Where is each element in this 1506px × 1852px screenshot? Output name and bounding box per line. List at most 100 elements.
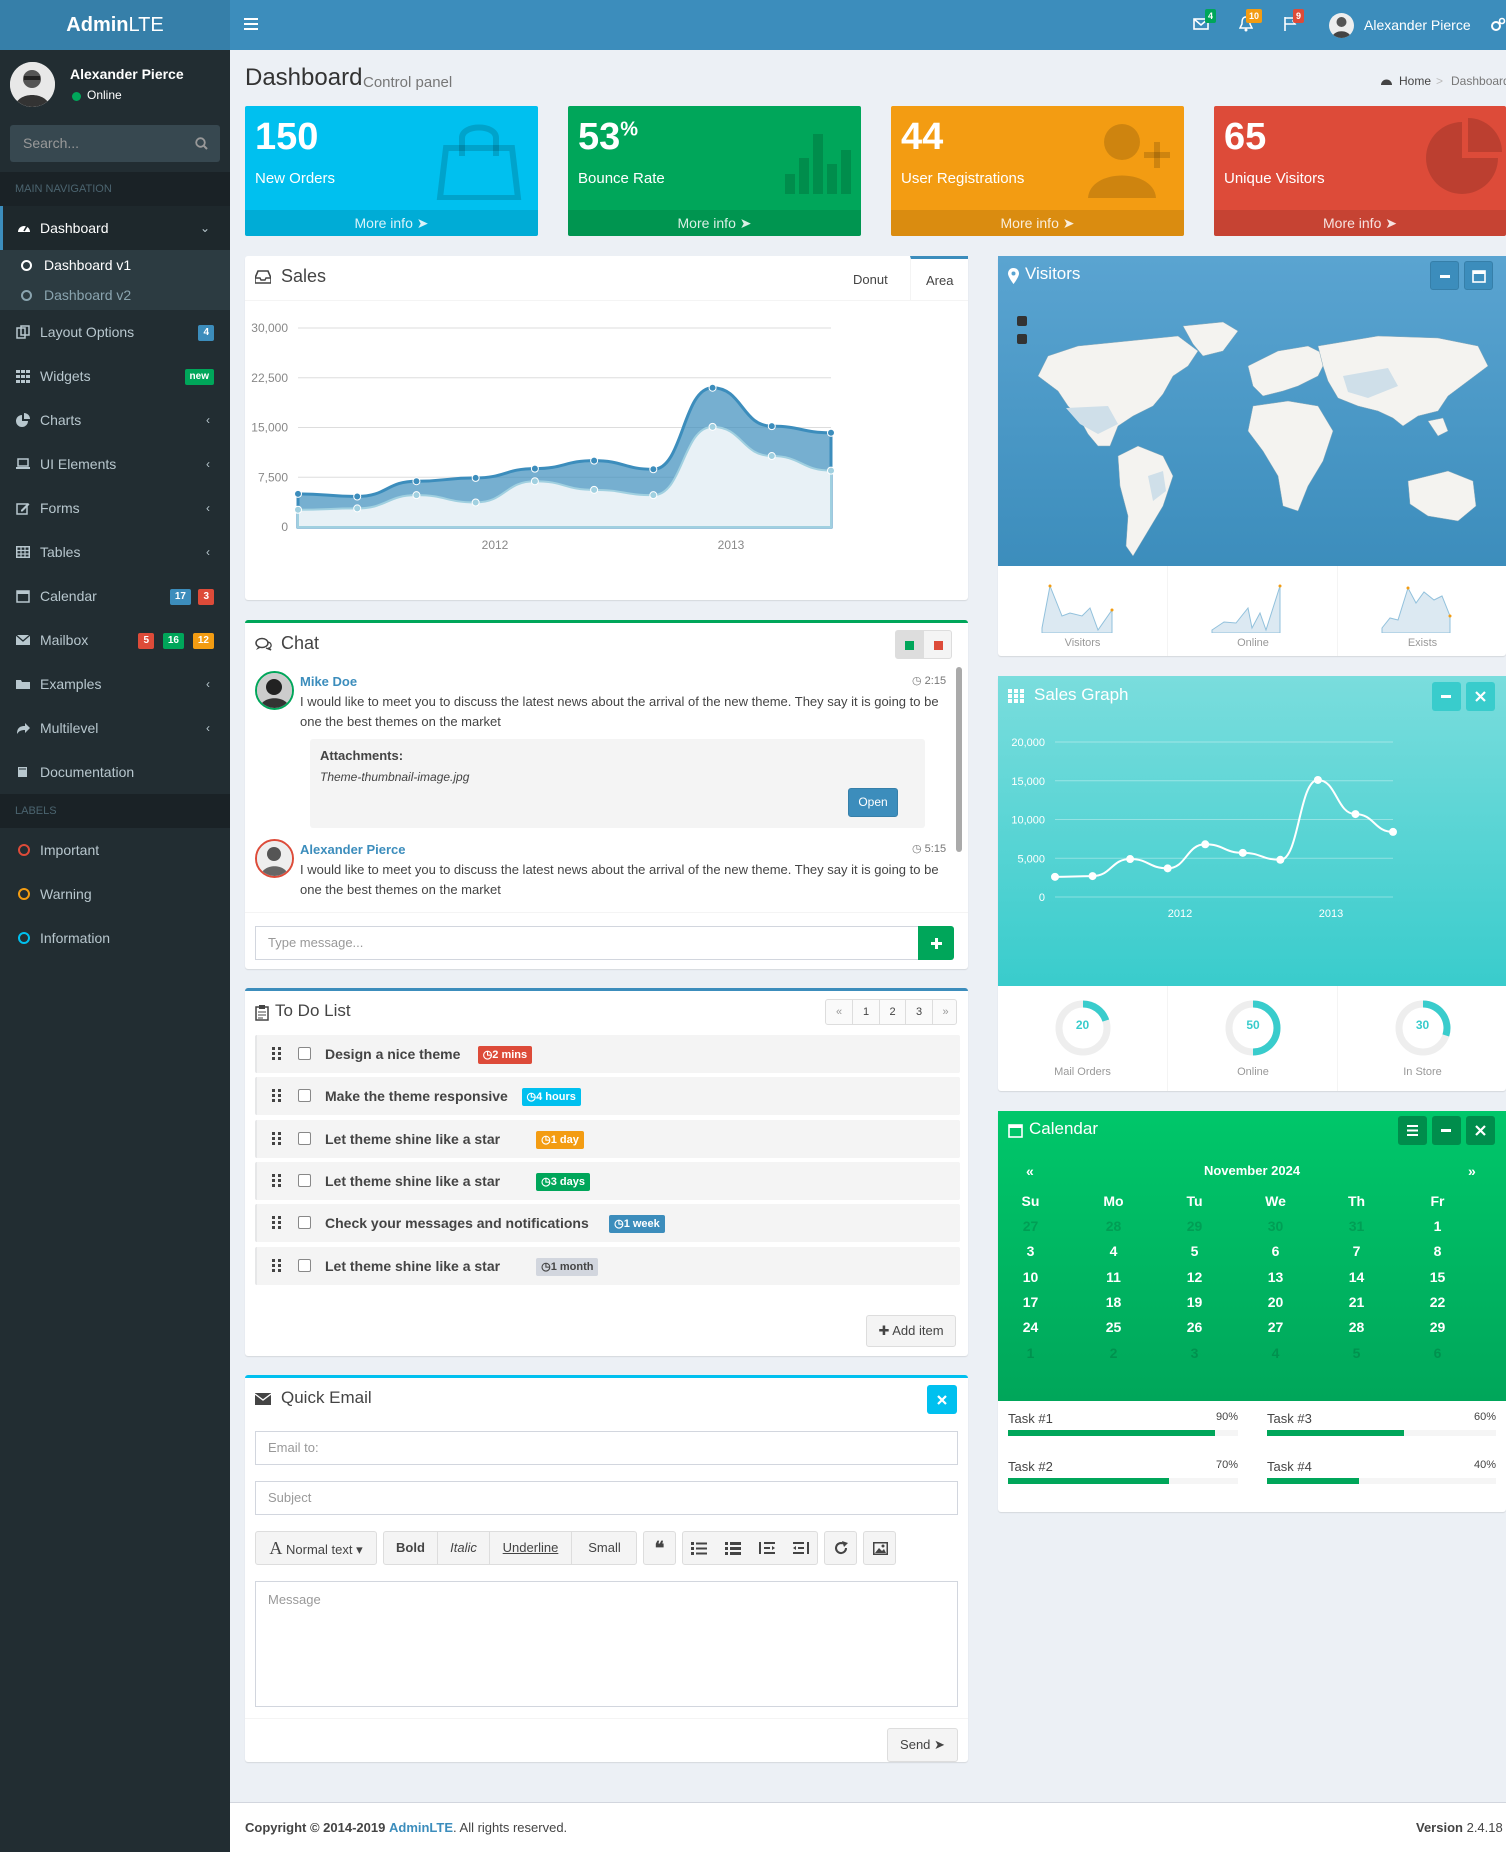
page-3[interactable]: 3 bbox=[905, 1000, 932, 1024]
email-subject-field[interactable]: Subject bbox=[255, 1481, 958, 1515]
todo-item[interactable]: Check your messages and notifications ◷1 … bbox=[255, 1204, 960, 1243]
sidebar-item-dashboard[interactable]: Dashboard ⌄ bbox=[0, 206, 230, 250]
email-to-field[interactable]: Email to: bbox=[255, 1431, 958, 1465]
sidebar-item-examples[interactable]: Examples ‹ bbox=[0, 662, 230, 706]
calendar-day[interactable]: 1 bbox=[994, 1338, 1067, 1368]
drag-handle-icon[interactable] bbox=[272, 1089, 282, 1103]
page-2[interactable]: 2 bbox=[879, 1000, 905, 1024]
header-user-name[interactable]: Alexander Pierce bbox=[1364, 17, 1471, 33]
sidebar-item-forms[interactable]: Forms ‹ bbox=[0, 486, 230, 530]
send-email-button[interactable]: Send ➤ bbox=[887, 1728, 958, 1762]
bold-button[interactable]: Bold bbox=[384, 1532, 437, 1564]
sidebar-toggle-icon[interactable] bbox=[244, 18, 258, 30]
control-sidebar-gears-icon[interactable] bbox=[1490, 17, 1506, 33]
chat-scrollbar[interactable] bbox=[956, 667, 962, 852]
sidebar-item-documentation[interactable]: Documentation bbox=[0, 750, 230, 794]
add-item-button[interactable]: ✚ Add item bbox=[866, 1315, 956, 1347]
date-range-button[interactable] bbox=[1430, 261, 1459, 290]
todo-checkbox[interactable] bbox=[298, 1047, 311, 1060]
more-info-link[interactable]: More info ➤ bbox=[245, 210, 538, 236]
indent-icon[interactable] bbox=[793, 1541, 809, 1555]
todo-item[interactable]: Let theme shine like a star ◷1 day bbox=[255, 1119, 960, 1158]
search-icon[interactable] bbox=[195, 137, 208, 150]
page-prev[interactable]: « bbox=[826, 1000, 852, 1024]
todo-checkbox[interactable] bbox=[298, 1089, 311, 1103]
sidebar-item-ui-elements[interactable]: UI Elements ‹ bbox=[0, 442, 230, 486]
chat-message-name[interactable]: Alexander Pierce bbox=[300, 842, 406, 857]
calendar-day[interactable]: 5 bbox=[1320, 1338, 1393, 1368]
collapse-button[interactable] bbox=[1432, 682, 1461, 711]
email-message-field[interactable]: Message bbox=[255, 1581, 958, 1707]
calendar-day[interactable]: 4 bbox=[1239, 1338, 1312, 1368]
underline-button[interactable]: Underline bbox=[489, 1532, 571, 1564]
calendar-day[interactable]: 2 bbox=[1077, 1338, 1150, 1368]
more-info-link[interactable]: More info ➤ bbox=[891, 210, 1184, 236]
footer-brand-link[interactable]: AdminLTE bbox=[389, 1820, 453, 1835]
small-button[interactable]: Small bbox=[571, 1532, 637, 1564]
sidebar-item-charts[interactable]: Charts ‹ bbox=[0, 398, 230, 442]
calendar-day[interactable]: 7 bbox=[1480, 1338, 1506, 1368]
drag-handle-icon[interactable] bbox=[272, 1047, 282, 1061]
calendar-button[interactable] bbox=[1464, 261, 1493, 290]
messages-count-badge: 4 bbox=[1205, 9, 1217, 23]
tab-area[interactable]: Area bbox=[910, 256, 968, 300]
offline-square-icon[interactable] bbox=[934, 641, 943, 650]
sidebar-label-important[interactable]: Important bbox=[0, 828, 230, 872]
todo-text: Let theme shine like a star bbox=[325, 1130, 501, 1147]
sidebar-item-layout-options[interactable]: Layout Options 4 bbox=[0, 310, 230, 354]
todo-item[interactable]: Design a nice theme ◷2 mins bbox=[255, 1035, 960, 1073]
sidebar-label-information[interactable]: Information bbox=[0, 916, 230, 960]
page-title: Dashboard bbox=[245, 64, 363, 91]
header-avatar[interactable] bbox=[1329, 13, 1354, 38]
attachment-file-name[interactable]: Theme-thumbnail-image.jpg bbox=[320, 770, 469, 784]
drag-handle-icon[interactable] bbox=[272, 1131, 282, 1146]
sidebar-search-input[interactable]: Search... bbox=[10, 125, 220, 162]
todo-item[interactable]: Make the theme responsive ◷4 hours bbox=[255, 1077, 960, 1116]
sidebar-subitem-dashboard-v1[interactable]: Dashboard v1 bbox=[0, 250, 230, 280]
chat-message-input[interactable]: Type message... bbox=[255, 926, 919, 960]
open-attachment-button[interactable]: Open bbox=[848, 788, 898, 817]
chat-status-toggle[interactable] bbox=[895, 630, 952, 659]
breadcrumb-home[interactable]: Home bbox=[1399, 74, 1431, 88]
sidebar-item-calendar[interactable]: Calendar 17 3 bbox=[0, 574, 230, 618]
sidebar-item-multilevel[interactable]: Multilevel ‹ bbox=[0, 706, 230, 750]
unordered-list-icon[interactable] bbox=[691, 1541, 707, 1555]
calendar-menu-button[interactable] bbox=[1398, 1116, 1427, 1145]
todo-item[interactable]: Let theme shine like a star ◷1 month bbox=[255, 1246, 960, 1285]
ordered-list-icon[interactable] bbox=[725, 1541, 741, 1555]
more-info-link[interactable]: More info ➤ bbox=[1214, 210, 1506, 236]
logo[interactable]: AdminLTE bbox=[0, 0, 230, 50]
font-style-dropdown[interactable]: A Normal text ▾ bbox=[255, 1531, 377, 1565]
link-button[interactable] bbox=[824, 1531, 857, 1565]
page-1[interactable]: 1 bbox=[852, 1000, 879, 1024]
todo-checkbox[interactable] bbox=[298, 1216, 311, 1230]
drag-handle-icon[interactable] bbox=[272, 1216, 282, 1230]
sidebar-subitem-dashboard-v2[interactable]: Dashboard v2 bbox=[0, 280, 230, 310]
calendar-day[interactable]: 6 bbox=[1401, 1338, 1474, 1368]
more-info-link[interactable]: More info ➤ bbox=[568, 210, 861, 236]
todo-checkbox[interactable] bbox=[298, 1131, 311, 1145]
sidebar-item-widgets[interactable]: Widgets new bbox=[0, 354, 230, 398]
tab-donut[interactable]: Donut bbox=[853, 272, 888, 287]
sidebar-item-mailbox[interactable]: Mailbox 5 16 12 bbox=[0, 618, 230, 662]
blockquote-icon[interactable]: ❝ bbox=[643, 1531, 676, 1565]
remove-box-button[interactable] bbox=[927, 1385, 957, 1414]
send-chat-button[interactable] bbox=[918, 926, 954, 960]
remove-button[interactable] bbox=[1466, 682, 1495, 711]
drag-handle-icon[interactable] bbox=[272, 1258, 282, 1273]
calendar-day[interactable]: 3 bbox=[1158, 1338, 1231, 1368]
sidebar-label-warning[interactable]: Warning bbox=[0, 872, 230, 916]
todo-item[interactable]: Let theme shine like a star ◷3 days bbox=[255, 1161, 960, 1200]
todo-checkbox[interactable] bbox=[298, 1258, 311, 1272]
drag-handle-icon[interactable] bbox=[272, 1173, 282, 1188]
todo-checkbox[interactable] bbox=[298, 1173, 311, 1187]
outdent-icon[interactable] bbox=[759, 1541, 775, 1555]
insert-image-button[interactable] bbox=[863, 1531, 896, 1565]
italic-button[interactable]: Italic bbox=[437, 1532, 489, 1564]
collapse-button[interactable] bbox=[1432, 1116, 1461, 1145]
sidebar-item-tables[interactable]: Tables ‹ bbox=[0, 530, 230, 574]
chat-message-name[interactable]: Mike Doe bbox=[300, 674, 357, 689]
remove-button[interactable] bbox=[1466, 1116, 1495, 1145]
online-square-icon[interactable] bbox=[905, 641, 914, 650]
page-next[interactable]: » bbox=[932, 1000, 958, 1024]
